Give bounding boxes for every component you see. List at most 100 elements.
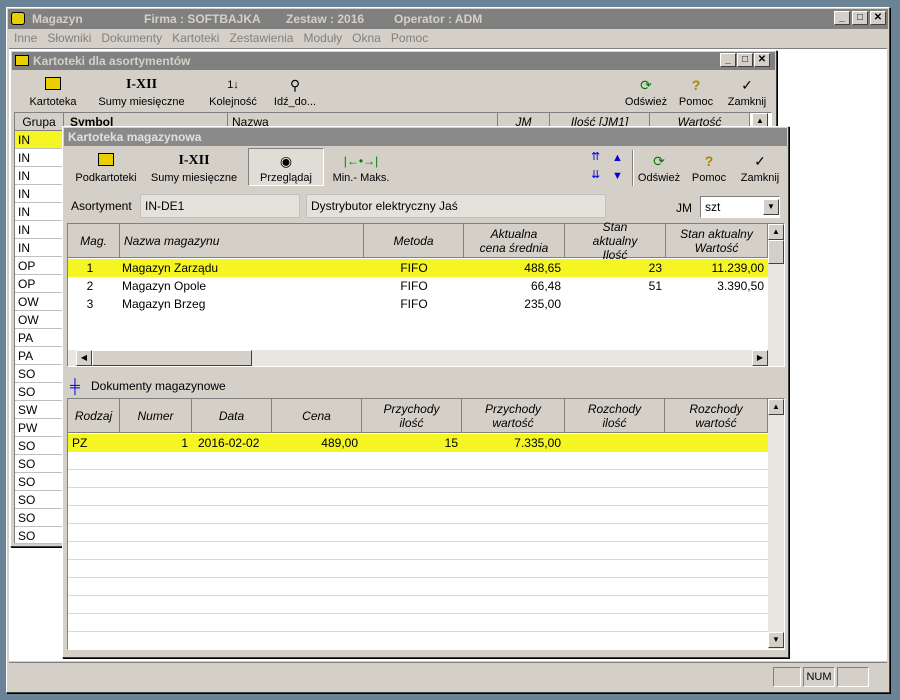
app-title: Magazyn	[32, 12, 83, 26]
documents-grid-header: Rodzaj Numer Data Cena Przychody ilość P…	[68, 399, 768, 433]
prev-record-icon[interactable]: ▲	[612, 152, 623, 164]
front-pomoc-button[interactable]: ? Pomoc	[689, 152, 729, 184]
close-button[interactable]: ✕	[870, 11, 886, 25]
col-numer-header[interactable]: Numer	[120, 399, 192, 433]
hscroll-right-button[interactable]: ▶	[752, 350, 768, 366]
front-zamknij-label: Zamknij	[740, 172, 780, 184]
menu-slowniki[interactable]: Słowniki	[42, 29, 96, 47]
col-rozchody-wartosc-header[interactable]: Rozchody wartość	[665, 399, 768, 433]
front-zamknij-button[interactable]: ✓ Zamknij	[738, 152, 782, 184]
menu-zestawienia[interactable]: Zestawienia	[224, 29, 298, 47]
documents-vscroll[interactable]: ▲ ▼	[768, 399, 784, 649]
back-odswiez-button[interactable]: ⟳ Odśwież	[620, 76, 672, 108]
sumy-button[interactable]: I-XII Sumy miesięczne	[94, 76, 189, 108]
next-record-icon[interactable]: ▼	[612, 170, 623, 182]
menu-pomoc[interactable]: Pomoc	[386, 29, 433, 47]
menu-kartoteki[interactable]: Kartoteki	[167, 29, 224, 47]
col-grupa-header[interactable]: Grupa	[15, 113, 64, 131]
menu-dokumenty[interactable]: Dokumenty	[96, 29, 167, 47]
group-cell[interactable]: SO	[15, 509, 63, 527]
cena-cell: 235,00	[524, 297, 561, 311]
minmax-button[interactable]: |←•→| Min.- Maks.	[330, 152, 392, 184]
group-cell[interactable]: SO	[15, 365, 63, 383]
front-odswiez-button[interactable]: ⟳ Odśwież	[636, 152, 682, 184]
back-close-button[interactable]: ✕	[754, 53, 770, 67]
kolejnosc-button[interactable]: 1↓ Kolejność	[204, 76, 262, 108]
hscroll-thumb[interactable]	[92, 350, 252, 366]
group-cell[interactable]: SO	[15, 455, 63, 473]
back-zamknij-button[interactable]: ✓ Zamknij	[724, 76, 770, 108]
front-sumy-button[interactable]: I-XII Sumy miesięczne	[146, 152, 242, 184]
warehouse-hscroll[interactable]: ◀ ▶	[68, 350, 784, 366]
documents-scroll-up[interactable]: ▲	[768, 399, 784, 415]
min-max-arrows-icon: |←•→|	[343, 154, 379, 168]
group-cell[interactable]: IN	[15, 239, 63, 257]
group-cell[interactable]: PA	[15, 329, 63, 347]
menu-inne[interactable]: Inne	[9, 29, 42, 47]
hscroll-left-button[interactable]: ◀	[76, 350, 92, 366]
menu-moduly[interactable]: Moduły	[298, 29, 347, 47]
group-cell[interactable]: IN	[15, 221, 63, 239]
przegladaj-button[interactable]: ◉ Przeglądaj	[248, 148, 324, 186]
warehouse-vscroll[interactable]: ▲	[768, 224, 784, 350]
warehouse-scroll-up[interactable]: ▲	[768, 224, 784, 240]
group-cell[interactable]: IN	[15, 149, 63, 167]
group-cell[interactable]: PA	[15, 347, 63, 365]
col-rodzaj-header[interactable]: Rodzaj	[68, 399, 120, 433]
group-cell[interactable]: OW	[15, 293, 63, 311]
col-stan-wartosc-header[interactable]: Stan aktualny Wartość	[666, 224, 768, 258]
documents-scroll-down[interactable]: ▼	[768, 632, 784, 648]
col-nazwa-magazynu-header[interactable]: Nazwa magazynu	[120, 224, 364, 258]
wartosc-cell	[666, 295, 768, 313]
minmax-label: Min.- Maks.	[332, 172, 390, 184]
group-cell[interactable]: SO	[15, 383, 63, 401]
chevron-down-icon[interactable]: ▼	[763, 199, 779, 215]
group-cell[interactable]: OW	[15, 311, 63, 329]
rozchody-ilosc-cell	[565, 434, 665, 452]
group-cell[interactable]: PW	[15, 419, 63, 437]
col-cena-header[interactable]: Cena	[272, 399, 362, 433]
col-przychody-ilosc-header[interactable]: Przychody ilość	[362, 399, 462, 433]
col-data-header[interactable]: Data	[192, 399, 272, 433]
back-maximize-button[interactable]: □	[737, 53, 753, 67]
col-rozchody-ilosc-header[interactable]: Rozchody ilość	[565, 399, 665, 433]
group-cell[interactable]: IN	[15, 167, 63, 185]
col-metoda-header[interactable]: Metoda	[364, 224, 464, 258]
col-cena-srednia-header[interactable]: Aktualna cena średnia	[464, 224, 565, 258]
back-minimize-button[interactable]: _	[720, 53, 736, 67]
warehouse-row[interactable]: 3 Magazyn Brzeg FIFO 235,00	[68, 295, 768, 313]
back-pomoc-button[interactable]: ? Pomoc	[676, 76, 716, 108]
first-record-icon[interactable]: ⇈	[591, 152, 600, 163]
back-odswiez-label: Odśwież	[624, 96, 668, 108]
zestaw-label: Zestaw : 2016	[286, 12, 365, 26]
group-cell[interactable]: OP	[15, 257, 63, 275]
group-cell[interactable]: SO	[15, 473, 63, 491]
group-cell[interactable]: SW	[15, 401, 63, 419]
warehouse-scroll-thumb[interactable]	[768, 240, 784, 264]
group-cell[interactable]: SO	[15, 437, 63, 455]
operator-label: Operator : ADM	[394, 12, 483, 26]
group-cell[interactable]: SO	[15, 491, 63, 509]
group-cell[interactable]: SO	[15, 527, 63, 544]
document-row[interactable]: PZ 1 2016-02-02 489,00 15 7.335,00	[68, 434, 768, 452]
last-record-icon[interactable]: ⇊	[591, 170, 600, 181]
col-przychody-wartosc-header[interactable]: Przychody wartość	[462, 399, 565, 433]
group-cell[interactable]: IN	[15, 185, 63, 203]
warehouse-row[interactable]: 2 Magazyn Opole FIFO 66,48 51 3.390,50	[68, 277, 768, 295]
maximize-button[interactable]: □	[852, 11, 868, 25]
minimize-button[interactable]: _	[834, 11, 850, 25]
folder-icon	[24, 76, 82, 94]
warehouse-row[interactable]: 1 Magazyn Zarządu FIFO 488,65 23 11.239,…	[68, 259, 768, 277]
group-cell[interactable]: OP	[15, 275, 63, 293]
group-cell[interactable]: IN	[15, 203, 63, 221]
group-cell[interactable]: IN	[15, 131, 63, 149]
kartoteka-button[interactable]: Kartoteka	[24, 76, 82, 108]
menu-okna[interactable]: Okna	[347, 29, 386, 47]
roman-numeral-icon: I-XII	[125, 77, 158, 92]
jm-select[interactable]: szt ▼	[700, 196, 780, 218]
podkartoteki-button[interactable]: Podkartoteki	[74, 152, 138, 184]
col-mag-header[interactable]: Mag.	[68, 224, 120, 258]
col-stan-ilosc-header[interactable]: Stan aktualny Ilość	[565, 220, 666, 262]
status-panel-1	[773, 667, 801, 687]
idz-button[interactable]: ⚲ Idź_do...	[270, 76, 320, 108]
